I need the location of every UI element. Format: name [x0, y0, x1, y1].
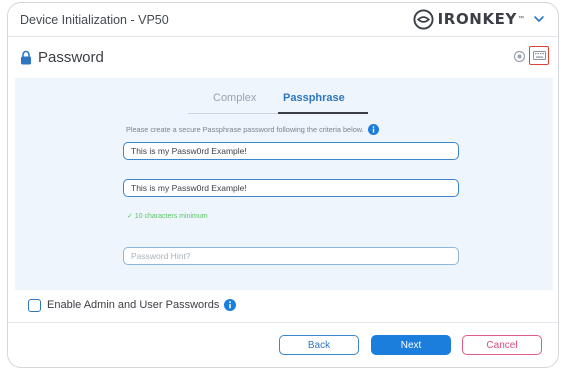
validation-message: ✓ 10 characters minimum	[127, 213, 208, 220]
active-tab-indicator	[278, 112, 368, 114]
cancel-button[interactable]: Cancel	[462, 335, 542, 355]
title-bar: Device Initialization - VP50 IRONKEY ™	[8, 3, 558, 37]
chevron-down-icon[interactable]	[532, 12, 546, 26]
password-hint-input[interactable]: Password Hint?	[123, 247, 459, 265]
virtual-keyboard-button[interactable]	[529, 46, 549, 65]
eye-icon[interactable]	[513, 50, 526, 63]
footer-divider	[8, 322, 558, 323]
brand-logo: IRONKEY ™	[413, 8, 524, 30]
lock-icon	[21, 50, 31, 65]
enable-admin-label[interactable]: Enable Admin and User Passwords	[47, 299, 219, 311]
device-initialization-window: Device Initialization - VP50 IRONKEY ™ P…	[7, 2, 559, 368]
back-button[interactable]: Back	[279, 335, 359, 355]
ironkey-logo-icon	[413, 8, 434, 30]
enable-admin-user-row: Enable Admin and User Passwords	[28, 297, 237, 313]
enable-admin-checkbox[interactable]	[28, 298, 41, 312]
window-title: Device Initialization - VP50	[20, 13, 169, 27]
info-icon[interactable]	[367, 124, 379, 135]
section-title: Password	[38, 49, 104, 66]
instructions-row: Please create a secure Passphrase passwo…	[126, 124, 379, 135]
info-icon[interactable]	[224, 299, 237, 311]
instructions-text: Please create a secure Passphrase passwo…	[126, 125, 364, 134]
brand-trademark: ™	[518, 16, 524, 22]
keyboard-icon	[532, 51, 546, 60]
confirm-password-input[interactable]: This is my Passw0rd Example!	[123, 179, 459, 197]
tab-passphrase[interactable]: Passphrase	[283, 92, 345, 104]
next-button[interactable]: Next	[371, 335, 451, 355]
password-type-tabs: Complex Passphrase	[188, 88, 368, 114]
tab-complex[interactable]: Complex	[213, 92, 256, 104]
password-form-panel: Complex Passphrase Please create a secur…	[15, 78, 553, 290]
password-section-header: Password	[8, 37, 558, 77]
password-input[interactable]: This is my Passw0rd Example!	[123, 142, 459, 160]
brand-name: IRONKEY	[437, 10, 517, 28]
